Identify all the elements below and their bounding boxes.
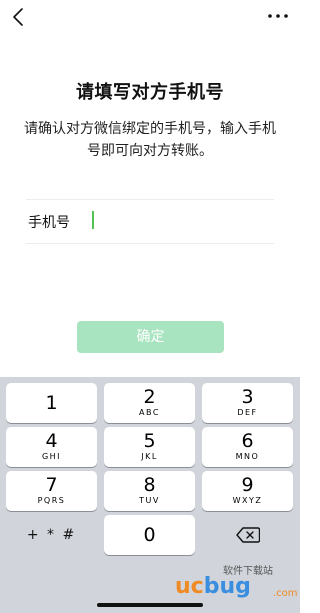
confirm-button[interactable]: 确定 — [77, 321, 224, 353]
backspace-icon — [235, 527, 260, 543]
key-digit: 9 — [241, 474, 254, 496]
key-digit: 8 — [143, 474, 156, 496]
key-digit: 6 — [241, 430, 254, 452]
key-digit: 0 — [143, 524, 156, 546]
watermark-brand: ucbug — [175, 574, 251, 599]
key-letters: MNO — [235, 452, 260, 461]
key-letters: GHI — [41, 452, 62, 461]
top-bar — [0, 0, 300, 38]
chevron-left-icon[interactable] — [9, 6, 29, 28]
key-digit: 4 — [45, 430, 58, 452]
key-7[interactable]: 7 PQRS — [6, 471, 97, 511]
key-digit: 5 — [143, 430, 156, 452]
key-5[interactable]: 5 JKL — [104, 427, 195, 467]
watermark-suffix: .com — [273, 588, 298, 599]
text-caret — [92, 211, 94, 229]
divider-top — [26, 199, 274, 200]
key-1[interactable]: 1 — [6, 383, 97, 423]
page-subtitle: 请确认对方微信绑定的手机号，输入手机号即可向对方转账。 — [24, 121, 276, 159]
key-6[interactable]: 6 MNO — [202, 427, 293, 467]
home-indicator — [97, 603, 203, 607]
key-8[interactable]: 8 TUV — [104, 471, 195, 511]
key-3[interactable]: 3 DEF — [202, 383, 293, 423]
watermark-brand-a: uc — [175, 574, 204, 599]
key-0[interactable]: 0 — [104, 515, 195, 555]
key-digit: 7 — [45, 474, 58, 496]
page-title: 请填写对方手机号 — [76, 82, 224, 103]
key-9[interactable]: 9 WXYZ — [202, 471, 293, 511]
key-2[interactable]: 2 ABC — [104, 383, 195, 423]
symbols-label: + * # — [26, 527, 77, 543]
more-dots-icon[interactable] — [266, 10, 290, 22]
key-letters: WXYZ — [232, 496, 263, 505]
watermark-brand-b: bug — [203, 574, 251, 599]
key-letters: JKL — [141, 452, 158, 461]
delete-key[interactable] — [202, 515, 293, 555]
key-digit: 2 — [143, 386, 156, 408]
symbols-key[interactable]: + * # — [6, 515, 97, 555]
divider-bottom — [26, 243, 274, 244]
key-digit: 1 — [45, 392, 58, 414]
key-letters: ABC — [139, 408, 160, 417]
key-digit: 3 — [241, 386, 254, 408]
phone-label: 手机号 — [28, 215, 70, 231]
key-letters: TUV — [139, 496, 160, 505]
phone-input[interactable] — [90, 206, 274, 236]
watermark-logo: 软件下载站 ucbug .com — [175, 562, 298, 606]
key-letters: PQRS — [37, 496, 66, 505]
key-letters: DEF — [237, 408, 258, 417]
key-4[interactable]: 4 GHI — [6, 427, 97, 467]
